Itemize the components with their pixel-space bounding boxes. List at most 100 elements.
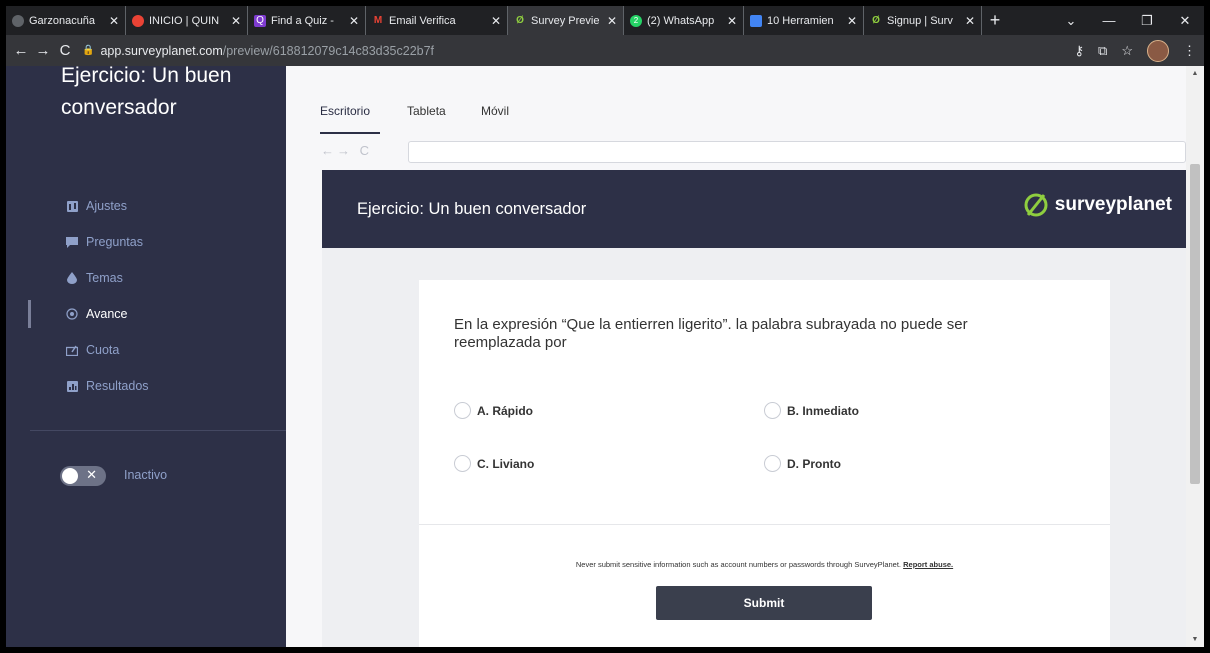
minimize-icon[interactable]: — [1090, 6, 1128, 35]
address-bar: ← → C 🔒 app.surveyplanet.com/preview/618… [6, 35, 1204, 66]
option-label: B. Inmediato [787, 403, 860, 418]
question-card: En la expresión “Que la entierren ligeri… [419, 280, 1110, 647]
radio-button[interactable] [454, 402, 471, 419]
sidebar-item-resultados[interactable]: Resultados [6, 368, 286, 404]
browser-tab-bar: Garzonacuña ✕ INICIO | QUIN ✕ Q Find a Q… [6, 6, 1204, 35]
survey-header-title: Ejercicio: Un buen conversador [357, 200, 587, 218]
surveyplanet-logo: surveyplanet [1023, 192, 1172, 218]
sidebar-item-cuota[interactable]: Cuota [6, 332, 286, 368]
browser-tab[interactable]: M Email Verifica ✕ [366, 6, 508, 35]
whatsapp-icon: 2 [630, 14, 642, 27]
reload-icon[interactable]: C [54, 42, 76, 59]
browser-tab[interactable]: Garzonacuña ✕ [6, 6, 126, 35]
back-icon[interactable]: ← [10, 42, 32, 59]
avatar[interactable] [1147, 39, 1169, 62]
translate-icon[interactable]: ⧉ [1098, 43, 1107, 59]
browser-tab[interactable]: Q Find a Quiz - ✕ [248, 6, 366, 35]
close-icon[interactable]: ✕ [607, 14, 617, 28]
option-b[interactable]: B. Inmediato [764, 402, 859, 419]
sidebar-item-label: Resultados [86, 379, 149, 393]
disclaimer: Never submit sensitive information such … [419, 560, 1110, 569]
key-icon[interactable]: ⚷ [1075, 43, 1085, 59]
radio-button[interactable] [764, 455, 781, 472]
sidebar-title-area: Ejercicio: Un buen conversador [6, 66, 286, 186]
tab-label: Signup | Surv [887, 14, 953, 27]
mock-url-field [408, 141, 1186, 163]
url-host: app.surveyplanet.com [100, 43, 223, 58]
radio-button[interactable] [454, 455, 471, 472]
sidebar-item-temas[interactable]: Temas [6, 260, 286, 296]
scroll-up-icon[interactable]: ▲ [1186, 70, 1204, 77]
sidebar-menu: Ajustes Preguntas Temas Avance Cuota Res… [6, 188, 286, 404]
browser-tab[interactable]: Ø Signup | Surv ✕ [864, 6, 982, 35]
toggle-label: Inactivo [124, 468, 168, 482]
tab-movil[interactable]: Móvil [481, 104, 509, 118]
sidebar-item-avance[interactable]: Avance [6, 296, 286, 332]
radio-button[interactable] [764, 402, 781, 419]
tab-search-icon[interactable]: ⌄ [1052, 6, 1090, 35]
sidebar: Ejercicio: Un buen conversador Ajustes P… [6, 66, 286, 647]
tab-label: INICIO | QUIN [149, 14, 220, 27]
close-window-icon[interactable]: ✕ [1166, 6, 1204, 35]
option-a[interactable]: A. Rápido [454, 402, 533, 419]
browser-tab-active[interactable]: Ø Survey Previe ✕ [508, 6, 624, 35]
forward-icon[interactable]: → [32, 42, 54, 59]
card-divider [419, 524, 1110, 525]
option-c[interactable]: C. Liviano [454, 455, 534, 472]
preview-tabs: Escritorio Tableta Móvil [286, 66, 1186, 139]
option-d[interactable]: D. Pronto [764, 455, 841, 472]
close-icon[interactable]: ✕ [727, 14, 737, 28]
new-tab-button[interactable]: + [982, 6, 1008, 35]
tab-tableta[interactable]: Tableta [407, 104, 446, 118]
drop-icon [66, 272, 78, 284]
disclaimer-text: Never submit sensitive information such … [575, 560, 902, 569]
close-icon[interactable]: ✕ [965, 14, 975, 28]
menu-icon[interactable]: ⋮ [1183, 43, 1196, 59]
tab-label: Find a Quiz - [271, 14, 334, 27]
screen-frame: Garzonacuña ✕ INICIO | QUIN ✕ Q Find a Q… [0, 0, 1210, 653]
close-icon[interactable]: ✕ [491, 14, 501, 28]
scroll-down-icon[interactable]: ▼ [1186, 636, 1204, 643]
surveyplanet-icon: Ø [872, 14, 880, 26]
tab-label: Survey Previe [531, 14, 600, 27]
browser-tab[interactable]: 10 Herramien ✕ [744, 6, 864, 35]
question-text: En la expresión “Que la entierren ligeri… [454, 316, 968, 351]
option-label: C. Liviano [477, 456, 535, 471]
close-icon[interactable]: ✕ [231, 14, 241, 28]
page-scrollbar[interactable]: ▲ ▼ [1186, 66, 1204, 647]
close-icon[interactable]: ✕ [847, 14, 857, 28]
url-path: /preview/618812079c14c83d35c22b7f [222, 43, 435, 58]
sidebar-item-label: Cuota [86, 343, 120, 357]
mock-nav-icons: ←→ C [321, 143, 372, 158]
chrome-icon [12, 14, 24, 27]
sidebar-item-label: Avance [86, 307, 128, 321]
article-icon [750, 14, 762, 27]
surveyplanet-icon: Ø [516, 14, 524, 26]
scrollbar-thumb[interactable] [1190, 164, 1200, 484]
close-icon[interactable]: ✕ [109, 14, 119, 28]
option-label: D. Pronto [787, 456, 841, 471]
toggle-knob [62, 468, 78, 484]
close-icon: ✕ [86, 467, 97, 482]
tab-label: Garzonacuña [29, 14, 96, 27]
quizizz-icon: Q [254, 14, 266, 27]
sidebar-item-preguntas[interactable]: Preguntas [6, 224, 286, 260]
tab-label: Email Verifica [389, 14, 456, 27]
tab-escritorio[interactable]: Escritorio [320, 104, 370, 118]
close-icon[interactable]: ✕ [349, 14, 359, 28]
sidebar-item-ajustes[interactable]: Ajustes [6, 188, 286, 224]
surveyplanet-icon [1024, 193, 1048, 217]
survey-preview: Ejercicio: Un buen conversador surveypla… [322, 170, 1186, 647]
active-toggle[interactable]: ✕ [60, 466, 106, 486]
quinto-icon [132, 14, 144, 27]
restore-icon[interactable]: ❐ [1128, 6, 1166, 35]
star-icon[interactable]: ☆ [1121, 43, 1133, 59]
tab-label: 10 Herramien [767, 14, 834, 27]
url-field[interactable]: 🔒 app.surveyplanet.com/preview/618812079… [82, 44, 434, 58]
report-abuse-link[interactable]: Report abuse. [903, 560, 953, 569]
survey-header: Ejercicio: Un buen conversador surveypla… [322, 170, 1186, 248]
browser-tab[interactable]: INICIO | QUIN ✕ [126, 6, 248, 35]
main-content: Escritorio Tableta Móvil ←→ C Ejercicio:… [286, 66, 1186, 647]
submit-button[interactable]: Submit [656, 586, 872, 620]
browser-tab[interactable]: 2 (2) WhatsApp ✕ [624, 6, 744, 35]
